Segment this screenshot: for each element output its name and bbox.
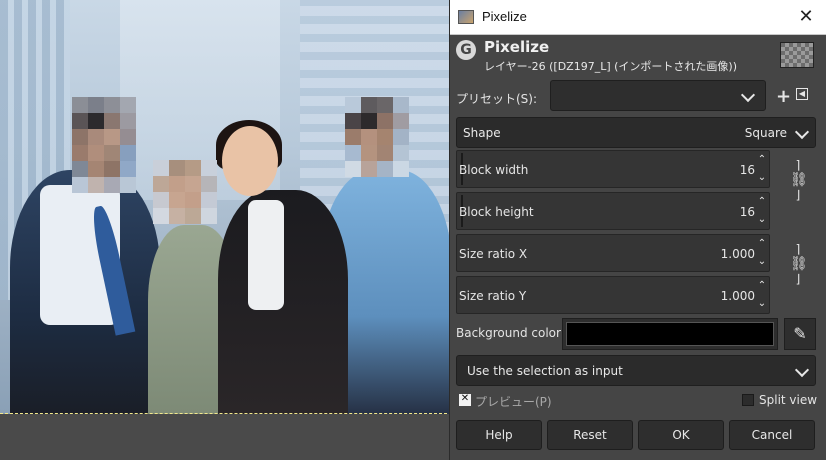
preview-checkbox[interactable]: ✕ [459, 393, 471, 406]
input-mode-combo[interactable]: Use the selection as input [456, 355, 816, 386]
ok-button[interactable]: OK [638, 420, 724, 450]
gimp-window-icon [458, 10, 474, 24]
input-mode-value: Use the selection as input [467, 364, 623, 378]
chevron-down-icon[interactable]: ⌄ [757, 299, 767, 309]
chevron-up-icon[interactable]: ⌃ [757, 197, 767, 207]
chevron-down-icon [794, 124, 810, 140]
block-width-value[interactable]: 16 [740, 163, 755, 177]
pixelated-face-right [345, 97, 409, 177]
size-ratio-y-label: Size ratio Y [459, 289, 527, 303]
background-color-button[interactable] [562, 318, 778, 350]
layer-subtitle: レイヤー-26 ([DZ197_L] (インポートされた画像)) [484, 60, 738, 73]
size-ratio-x-spinner[interactable]: Size ratio X 1.000 ⌃ ⌄ [456, 234, 770, 272]
selection-marching-ants [0, 413, 452, 414]
block-size-chain-icon[interactable]: ⌉ ⛓ ⌋ [790, 158, 808, 218]
check-x-icon: ✕ [460, 393, 470, 404]
close-icon[interactable]: ✕ [795, 6, 817, 28]
split-view-checkbox[interactable] [742, 394, 754, 406]
size-ratio-x-label: Size ratio X [459, 247, 528, 261]
shape-combo[interactable]: Shape Square [456, 117, 816, 148]
presets-label: プリセット(S): [456, 92, 538, 106]
pixelize-dialog: Pixelize ✕ G Pixelize レイヤー-26 ([DZ197_L]… [449, 0, 826, 460]
image-canvas[interactable] [0, 0, 452, 460]
block-width-spinner[interactable]: Block width 16 ⌃ ⌄ [456, 150, 770, 188]
size-ratio-x-value[interactable]: 1.000 [721, 247, 755, 261]
color-picker-icon[interactable]: ✎ [784, 318, 816, 350]
person-woman-shirt [248, 200, 284, 310]
size-ratio-y-spinner[interactable]: Size ratio Y 1.000 ⌃ ⌄ [456, 276, 770, 314]
split-view-label[interactable]: Split view [759, 393, 817, 407]
size-ratio-chain-icon[interactable]: ⌉ ⛓ ⌋ [790, 242, 808, 302]
background-color-swatch [566, 322, 774, 346]
chevron-down-icon[interactable]: ⌄ [757, 173, 767, 183]
block-height-spinner[interactable]: Block height 16 ⌃ ⌄ [456, 192, 770, 230]
pixelated-face-left [72, 97, 136, 193]
block-width-label: Block width [459, 163, 529, 177]
add-preset-icon[interactable]: + [776, 86, 791, 107]
chevron-down-icon[interactable]: ⌄ [757, 257, 767, 267]
reset-button[interactable]: Reset [547, 420, 633, 450]
chevron-up-icon[interactable]: ⌃ [757, 155, 767, 165]
block-height-label: Block height [459, 205, 534, 219]
preview-label[interactable]: プレビュー(P) [475, 393, 552, 410]
preset-menu-icon[interactable]: ◀ [796, 88, 808, 100]
cancel-button[interactable]: Cancel [729, 420, 815, 450]
gegl-icon: G [456, 40, 476, 60]
chevron-down-icon[interactable]: ⌄ [757, 215, 767, 225]
layer-thumbnail [780, 42, 814, 68]
shape-value: Square [744, 126, 787, 140]
photo-preview [0, 0, 452, 414]
window-title: Pixelize [482, 9, 527, 24]
woman-face [222, 126, 278, 196]
pixelated-face-back [153, 160, 217, 224]
help-button[interactable]: Help [456, 420, 542, 450]
title-bar[interactable]: Pixelize ✕ [450, 0, 826, 35]
background-color-label: Background color [456, 326, 561, 340]
chevron-down-icon [794, 362, 810, 378]
size-ratio-y-value[interactable]: 1.000 [721, 289, 755, 303]
presets-combo[interactable] [550, 80, 766, 111]
shape-label: Shape [463, 126, 501, 140]
chevron-down-icon [740, 87, 756, 103]
block-height-value[interactable]: 16 [740, 205, 755, 219]
chevron-up-icon[interactable]: ⌃ [757, 239, 767, 249]
chevron-up-icon[interactable]: ⌃ [757, 281, 767, 291]
filter-title: Pixelize [484, 38, 550, 56]
